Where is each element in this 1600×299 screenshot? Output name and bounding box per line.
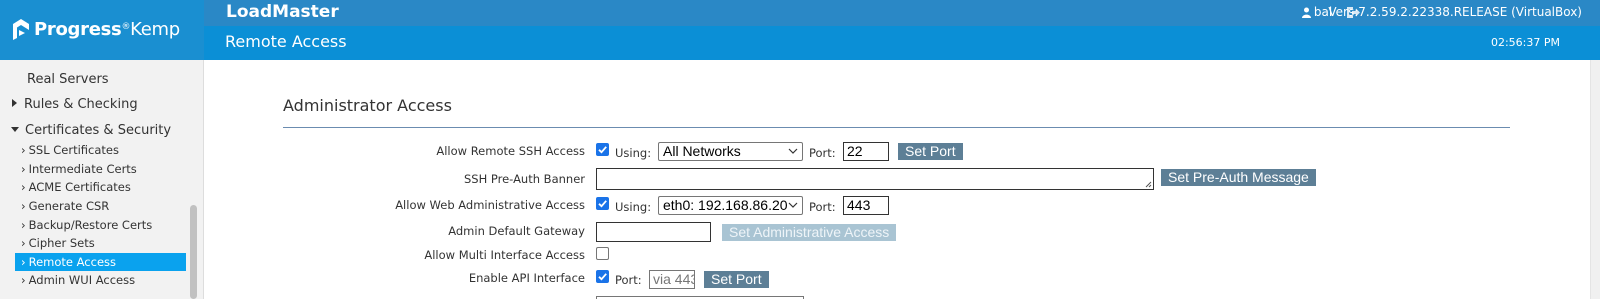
sidebar-item-rules-checking[interactable]: Rules & Checking (12, 97, 138, 112)
ssh-access-label: Allow Remote SSH Access (436, 144, 585, 158)
sidebar-item-label: Generate CSR (28, 199, 110, 213)
sidebar: Real Servers Rules & Checking Certificat… (0, 60, 204, 299)
brand-logo-text: Progress®Kemp (34, 19, 180, 40)
admin-gateway-input[interactable] (596, 222, 711, 242)
sidebar-item-admin-wui-access[interactable]: › Admin WUI Access (21, 273, 135, 287)
caret-down-icon (11, 127, 19, 132)
resize-grip-icon (1145, 181, 1152, 188)
ssh-using-label: Using: (615, 146, 652, 160)
sidebar-item-ssl-certificates[interactable]: › SSL Certificates (21, 143, 119, 157)
section-title: Administrator Access (283, 96, 452, 115)
ssh-port-label: Port: (809, 146, 836, 160)
api-port-label: Port: (615, 273, 642, 287)
api-set-port-button[interactable]: Set Port (704, 271, 769, 288)
ssh-access-checkbox[interactable] (596, 143, 609, 156)
arrow-icon: › (21, 273, 26, 287)
brand-logo-area[interactable]: Progress®Kemp (0, 0, 204, 60)
sidebar-item-label: SSL Certificates (28, 143, 119, 157)
sidebar-item-label: Remote Access (28, 255, 117, 269)
sidebar-item-intermediate-certs[interactable]: › Intermediate Certs (21, 162, 137, 176)
sidebar-item-label: Intermediate Certs (28, 162, 137, 176)
checkmark-icon (598, 200, 607, 208)
app-title: LoadMaster (226, 2, 339, 22)
section-divider (283, 127, 1510, 128)
api-port-input[interactable]: via 443 (649, 270, 695, 289)
user-icon (1301, 7, 1311, 18)
sidebar-item-generate-csr[interactable]: › Generate CSR (21, 199, 109, 213)
ssh-set-port-button[interactable]: Set Port (898, 143, 963, 160)
sidebar-item-acme-certificates[interactable]: › ACME Certificates (21, 180, 131, 194)
admin-gateway-label: Admin Default Gateway (448, 224, 585, 238)
multi-interface-label: Allow Multi Interface Access (424, 248, 585, 262)
arrow-icon: › (21, 255, 26, 269)
sidebar-item-clipped (27, 60, 31, 62)
set-pre-auth-message-button[interactable]: Set Pre-Auth Message (1161, 169, 1316, 186)
page-scrollbar[interactable] (1590, 60, 1600, 299)
sidebar-item-backup-restore-certs[interactable]: › Backup/Restore Certs (21, 218, 152, 232)
web-interface-value: eth0: 192.168.86.20 (663, 197, 788, 213)
caret-right-icon (12, 99, 17, 107)
set-administrative-access-button[interactable]: Set Administrative Access (722, 224, 897, 241)
sidebar-item-label: Cipher Sets (28, 236, 95, 250)
web-interface-select[interactable]: eth0: 192.168.86.20 (658, 196, 803, 215)
web-access-label: Allow Web Administrative Access (395, 198, 585, 212)
arrow-icon: › (21, 143, 26, 157)
ssh-banner-textarea[interactable] (596, 168, 1154, 190)
sidebar-item-label: Rules & Checking (24, 97, 138, 112)
checkmark-icon (598, 273, 607, 281)
ssh-banner-label: SSH Pre-Auth Banner (463, 172, 585, 186)
checkmark-icon (598, 146, 607, 154)
multi-interface-checkbox[interactable] (596, 247, 609, 260)
page-title: Remote Access (225, 32, 347, 51)
sidebar-item-remote-access[interactable]: › Remote Access (15, 253, 186, 271)
page-header: Remote Access 02:56:37 PM (204, 26, 1600, 60)
api-interface-checkbox[interactable] (596, 270, 609, 283)
arrow-icon: › (21, 218, 26, 232)
arrow-icon: › (21, 162, 26, 176)
top-header: LoadMaster bal Vers:7.2.59.2.22338.RELEA… (204, 0, 1600, 26)
arrow-icon: › (21, 236, 26, 250)
arrow-icon: › (21, 199, 26, 213)
arrow-icon: › (21, 180, 26, 194)
web-using-label: Using: (615, 200, 652, 214)
ssh-network-select[interactable]: All Networks (658, 142, 803, 161)
sidebar-item-certificates-security[interactable]: Certificates & Security (11, 123, 171, 138)
sidebar-item-label: ACME Certificates (28, 180, 131, 194)
web-port-label: Port: (809, 200, 836, 214)
sidebar-item-label: Certificates & Security (25, 123, 172, 138)
web-access-checkbox[interactable] (596, 197, 609, 210)
ssh-network-value: All Networks (663, 143, 741, 159)
sidebar-item-cipher-sets[interactable]: › Cipher Sets (21, 236, 95, 250)
web-port-input[interactable]: 443 (843, 196, 889, 215)
chevron-down-icon (788, 148, 798, 154)
clock: 02:56:37 PM (1490, 36, 1560, 49)
version-info: Vers:7.2.59.2.22338.RELEASE (VirtualBox) (1328, 5, 1582, 19)
api-interface-label: Enable API Interface (468, 271, 585, 285)
sidebar-item-real-servers[interactable]: Real Servers (27, 72, 109, 87)
sidebar-item-label: Backup/Restore Certs (28, 218, 153, 232)
progress-logo-icon (13, 19, 29, 40)
ssh-port-input[interactable]: 22 (843, 142, 889, 161)
sidebar-item-label: Admin WUI Access (28, 273, 136, 287)
sidebar-scrollbar-thumb[interactable] (190, 205, 197, 299)
chevron-down-icon (788, 202, 798, 208)
